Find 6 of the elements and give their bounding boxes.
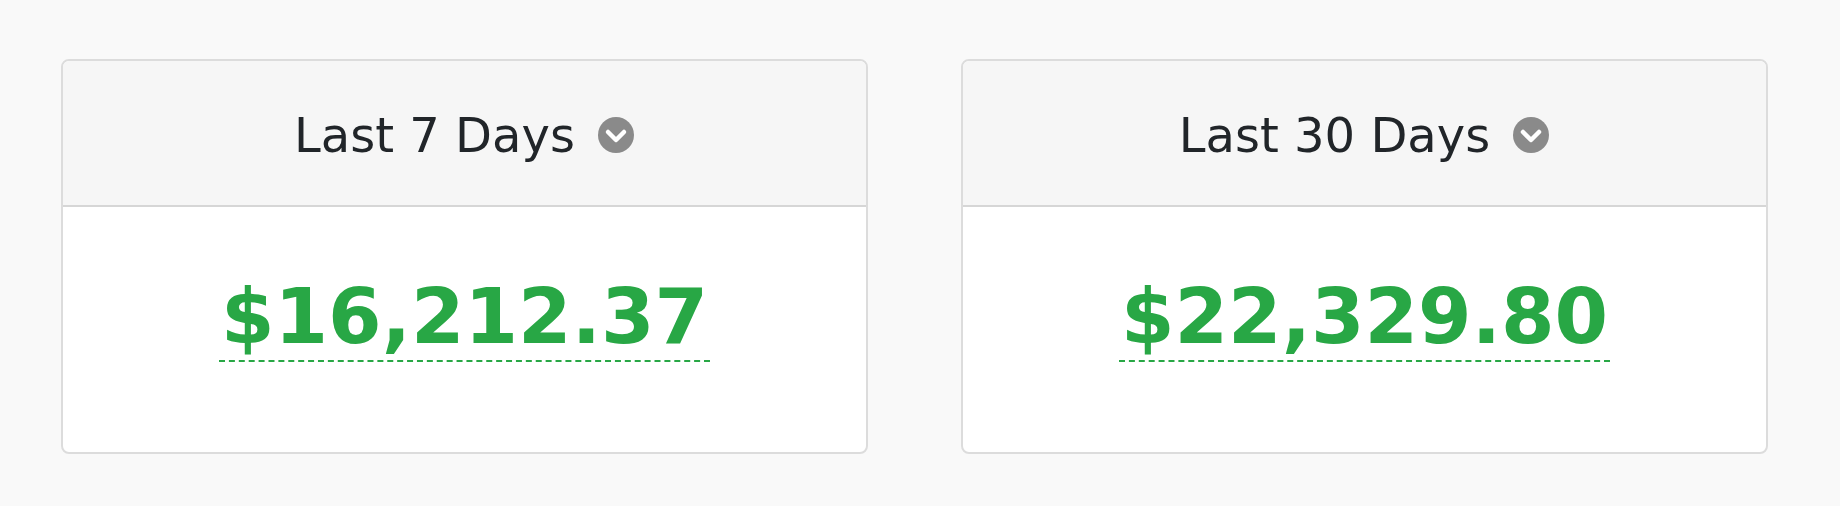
card-title: Last 7 Days [294, 107, 575, 163]
chevron-down-icon[interactable] [596, 116, 635, 154]
card-title: Last 30 Days [1178, 107, 1491, 163]
amount-value: $16,212.37 [218, 275, 711, 362]
chevron-down-icon[interactable] [1512, 116, 1551, 154]
amount-value: $22,329.80 [1118, 275, 1611, 362]
